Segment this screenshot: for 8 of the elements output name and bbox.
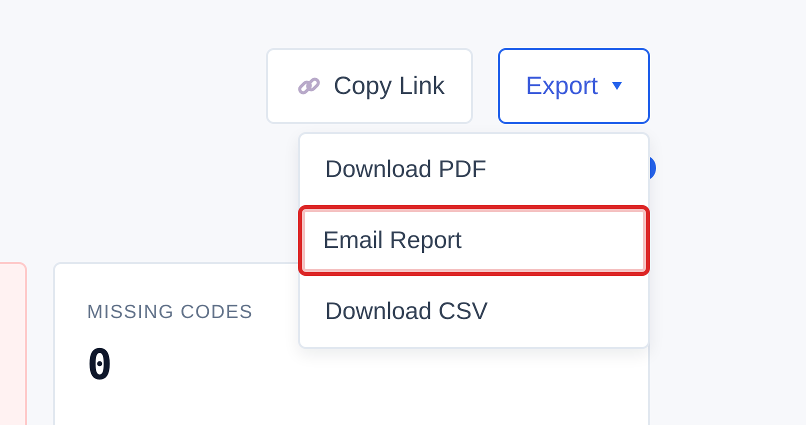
export-button[interactable]: Export [498, 48, 650, 124]
copy-link-button[interactable]: Copy Link [266, 48, 473, 124]
menu-item[interactable]: Download PDF [300, 134, 648, 205]
menu-item[interactable]: Email Report [298, 205, 650, 276]
card-label: MISSING CODES [87, 302, 254, 324]
caret-icon [612, 82, 622, 90]
menu-item[interactable]: Download CSV [300, 276, 648, 347]
card-value: 0 [87, 340, 112, 389]
